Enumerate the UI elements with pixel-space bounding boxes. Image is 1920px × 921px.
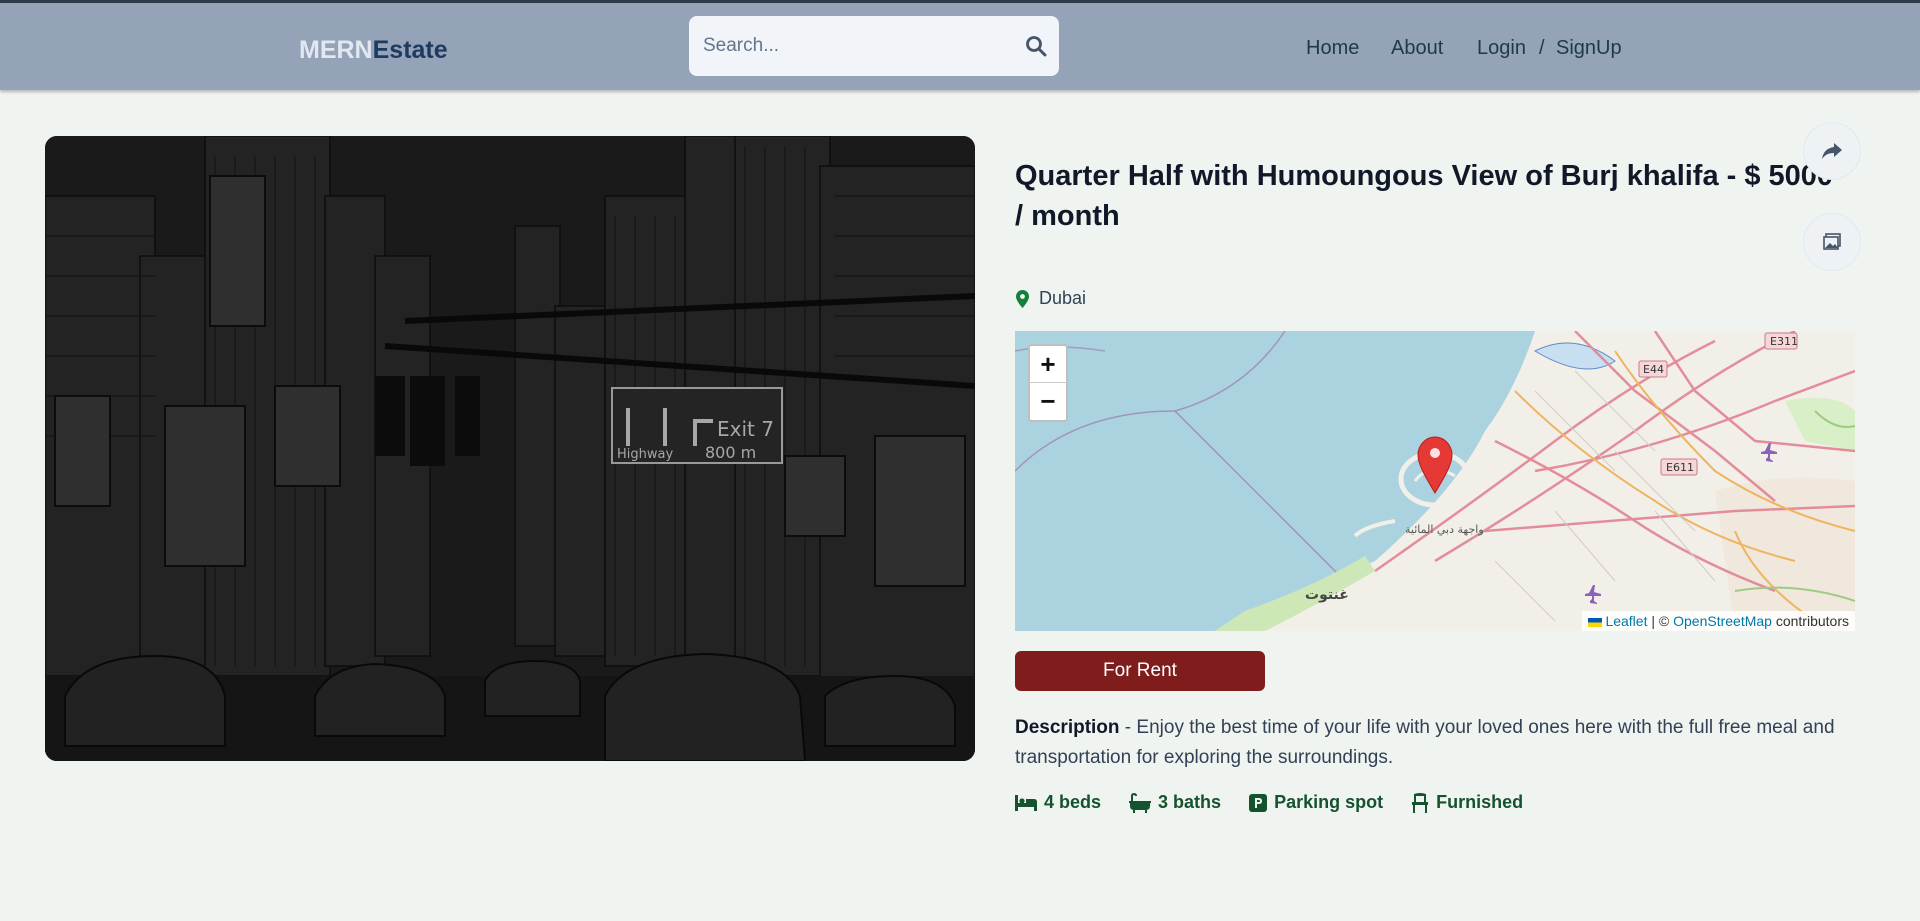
- for-rent-badge: For Rent: [1015, 651, 1265, 691]
- nav-login-link[interactable]: Login: [1477, 37, 1526, 60]
- site-logo[interactable]: MERNEstate: [299, 36, 448, 65]
- map-label-e611: E611: [1666, 461, 1694, 474]
- location-map[interactable]: E311 E44 E611 واجهة دبي المائية غنتوت + …: [1015, 331, 1855, 631]
- feature-parking: Parking spot: [1249, 792, 1383, 813]
- nav-separator: /: [1539, 37, 1545, 59]
- nav-home-link[interactable]: Home: [1306, 37, 1359, 60]
- description-label: Description: [1015, 717, 1120, 738]
- listing-image: Exit 7 Highway 800 m: [45, 136, 975, 761]
- feature-list: 4 beds 3 baths Parking spot Furnished: [1015, 792, 1523, 813]
- gallery-icon: [1823, 233, 1841, 250]
- ukraine-flag-icon: [1587, 617, 1602, 627]
- map-zoom-in-button[interactable]: +: [1030, 346, 1066, 383]
- search-bar: [689, 16, 1059, 76]
- leaflet-link[interactable]: Leaflet: [1605, 613, 1647, 629]
- description-text: - Enjoy the best time of your life with …: [1015, 717, 1835, 768]
- feature-beds: 4 beds: [1015, 792, 1101, 813]
- map-label-ghantoot: غنتوت: [1305, 587, 1349, 603]
- parking-icon: [1249, 793, 1268, 812]
- feature-baths-label: 3 baths: [1158, 792, 1222, 812]
- map-label-palm: واجهة دبي المائية: [1405, 523, 1484, 536]
- map-attribution: Leaflet | © OpenStreetMap contributors: [1581, 611, 1855, 631]
- chair-icon: [1412, 792, 1429, 813]
- bath-icon: [1129, 792, 1152, 813]
- listing-title: Quarter Half with Humoungous View of Bur…: [1015, 160, 1834, 232]
- map-zoom-out-button[interactable]: −: [1030, 383, 1066, 420]
- map-label-e44: E44: [1643, 363, 1664, 376]
- feature-parking-label: Parking spot: [1274, 792, 1384, 812]
- search-icon[interactable]: [1025, 35, 1047, 57]
- feature-furnished: Furnished: [1411, 792, 1523, 813]
- share-button[interactable]: [1803, 122, 1861, 180]
- attribution-separator: | ©: [1647, 613, 1674, 629]
- top-header: MERNEstate Home About Login / SignUp: [0, 0, 1920, 90]
- logo-part-estate: Estate: [372, 36, 448, 64]
- search-input[interactable]: [703, 16, 1003, 76]
- listing-location: Dubai: [1016, 288, 1086, 309]
- location-pin-icon: [1016, 289, 1029, 308]
- nav-about-link[interactable]: About: [1391, 37, 1443, 60]
- feature-baths: 3 baths: [1129, 792, 1221, 813]
- openstreetmap-link[interactable]: OpenStreetMap: [1673, 613, 1772, 629]
- share-icon: [1822, 143, 1842, 159]
- feature-beds-label: 4 beds: [1044, 792, 1102, 812]
- logo-part-mern: MERN: [299, 36, 373, 64]
- map-label-e311: E311: [1770, 335, 1798, 348]
- gallery-button[interactable]: [1803, 213, 1861, 271]
- attribution-contributors: contributors: [1771, 613, 1849, 629]
- listing-description: Description - Enjoy the best time of you…: [1015, 713, 1855, 773]
- location-text: Dubai: [1039, 288, 1087, 308]
- feature-furnished-label: Furnished: [1436, 792, 1524, 812]
- bed-icon: [1015, 794, 1037, 811]
- map-zoom-control: + −: [1028, 344, 1068, 422]
- nav-signup-link[interactable]: SignUp: [1556, 37, 1622, 60]
